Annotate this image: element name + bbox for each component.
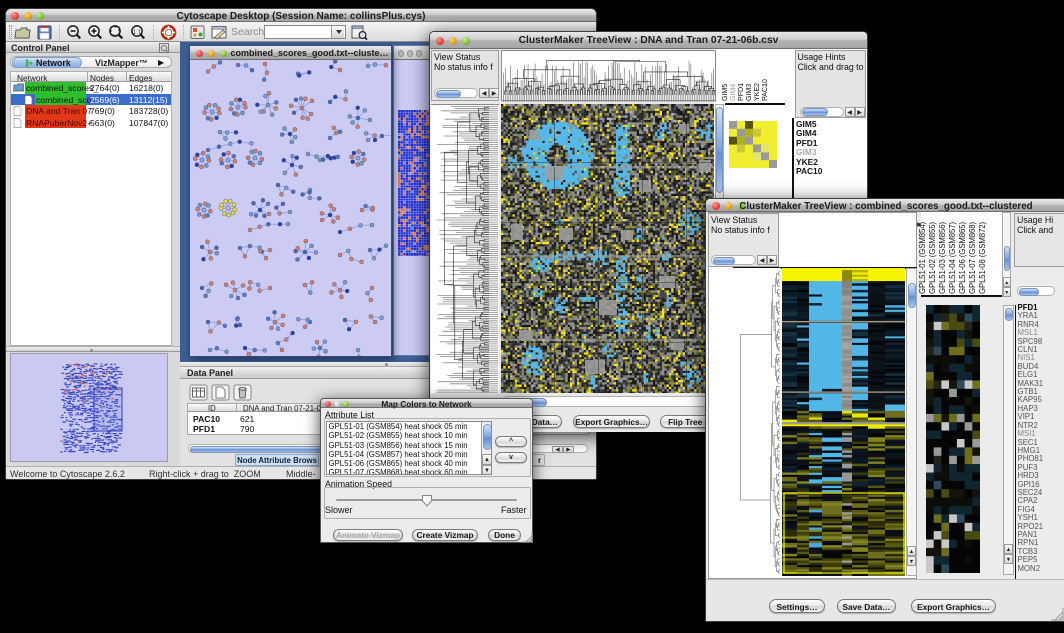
svg-text:1:1: 1:1 — [133, 29, 141, 35]
